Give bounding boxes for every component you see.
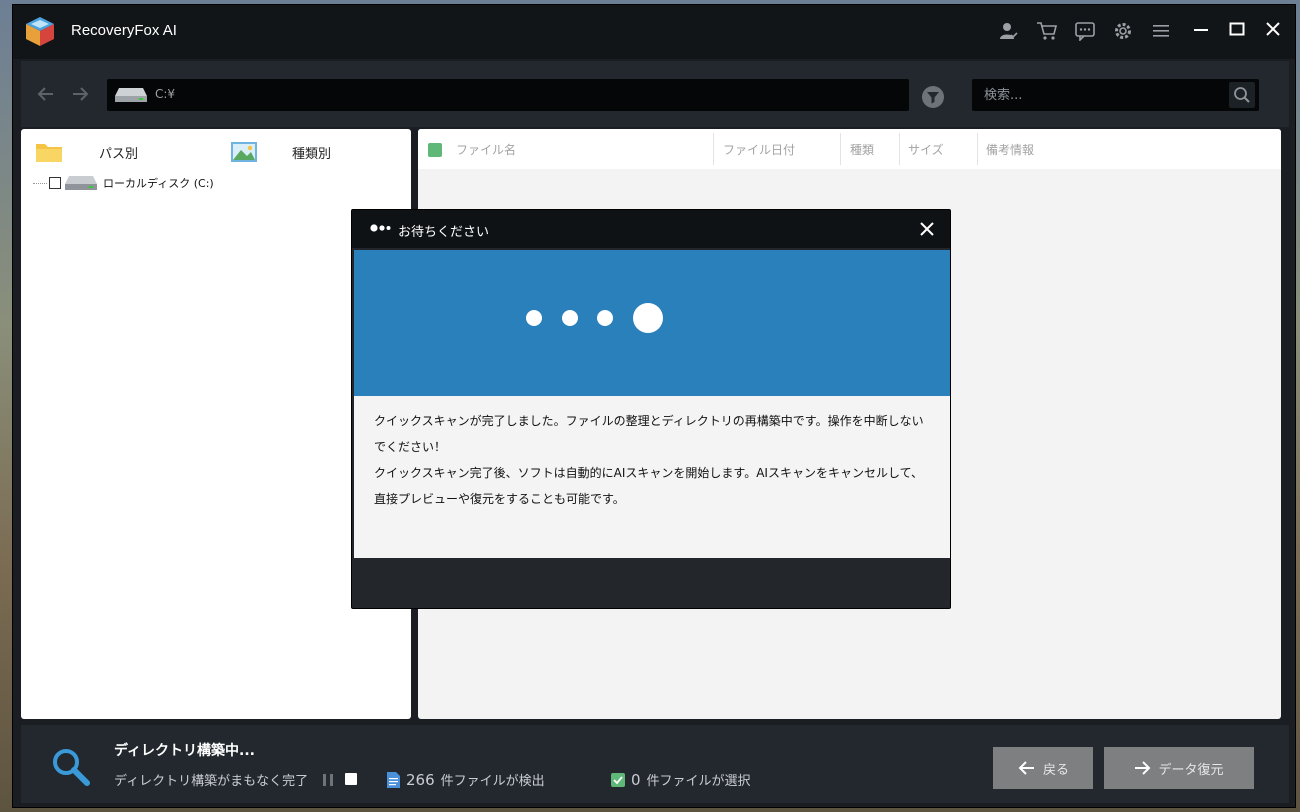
app-window: RecoveryFox AI C:¥ 検索... パス別 種類別 ローカルディス… bbox=[12, 4, 1296, 808]
column-file-name[interactable]: ファイル名 bbox=[456, 129, 516, 169]
tab-label: 種類別 bbox=[292, 146, 332, 162]
column-notes[interactable]: 備考情報 bbox=[986, 129, 1034, 169]
pause-icon[interactable] bbox=[321, 773, 335, 787]
column-divider bbox=[713, 133, 714, 165]
selected-files-counter: 0 件ファイルが選択 bbox=[611, 770, 751, 789]
search-input[interactable] bbox=[972, 79, 1222, 111]
column-divider bbox=[899, 133, 900, 165]
found-count: 266 bbox=[406, 770, 435, 789]
menu-icon[interactable] bbox=[1149, 19, 1173, 43]
checkmark-icon bbox=[611, 772, 625, 787]
column-divider bbox=[977, 133, 978, 165]
loading-dots-icon bbox=[370, 223, 396, 233]
selected-label: 件ファイルが選択 bbox=[646, 774, 751, 789]
tab-label: パス別 bbox=[99, 146, 139, 162]
back-button-label: 戻る bbox=[1042, 762, 1069, 778]
forward-arrow-icon[interactable] bbox=[69, 83, 91, 105]
dialog-title: お待ちください bbox=[398, 225, 490, 240]
feedback-icon[interactable] bbox=[1073, 19, 1097, 43]
selected-count: 0 bbox=[631, 770, 641, 789]
arrow-right-icon bbox=[1135, 761, 1151, 775]
title-bar: RecoveryFox AI bbox=[13, 5, 1295, 59]
table-header: ファイル名 ファイル日付 種類 サイズ 備考情報 bbox=[418, 129, 1281, 169]
column-type[interactable]: 種類 bbox=[850, 129, 874, 169]
image-icon bbox=[231, 142, 257, 162]
found-label: 件ファイルが検出 bbox=[440, 774, 545, 789]
back-button[interactable]: 戻る bbox=[993, 747, 1093, 789]
path-text: C:¥ bbox=[155, 87, 176, 101]
app-logo-icon bbox=[26, 17, 54, 46]
loading-dot bbox=[633, 303, 663, 333]
tree-item-local-disk[interactable]: ローカルディスク (C:) bbox=[33, 175, 214, 191]
drive-icon bbox=[65, 176, 97, 190]
search-icon[interactable] bbox=[1229, 82, 1255, 108]
loading-dot bbox=[597, 310, 613, 326]
account-icon[interactable] bbox=[997, 19, 1021, 43]
column-file-date[interactable]: ファイル日付 bbox=[723, 129, 795, 169]
settings-gear-icon[interactable] bbox=[1111, 19, 1135, 43]
app-title: RecoveryFox AI bbox=[71, 22, 177, 39]
maximize-button[interactable] bbox=[1225, 17, 1249, 41]
search-box bbox=[972, 79, 1259, 111]
status-title: ディレクトリ構築中... bbox=[114, 743, 255, 759]
filter-icon[interactable] bbox=[921, 85, 945, 109]
recover-button-label: データ復元 bbox=[1158, 762, 1224, 778]
loading-dot bbox=[562, 310, 578, 326]
close-button[interactable] bbox=[1261, 17, 1285, 41]
drive-icon bbox=[115, 88, 147, 102]
dialog-message: クイックスキャンが完了しました。ファイルの整理とディレクトリの再構築中です。操作… bbox=[374, 414, 924, 454]
folder-icon bbox=[36, 144, 62, 162]
tree-connector bbox=[33, 182, 47, 184]
magnifier-icon bbox=[53, 749, 90, 786]
status-subtitle: ディレクトリ構築がまもなく完了 bbox=[114, 774, 309, 789]
dialog-message: クイックスキャン完了後、ソフトは自動的にAIスキャンを開始します。AIスキャンを… bbox=[374, 466, 923, 506]
toolbar: C:¥ bbox=[21, 61, 1289, 127]
tab-by-type[interactable]: 種類別 bbox=[230, 137, 331, 167]
path-bar[interactable]: C:¥ bbox=[107, 79, 909, 111]
stop-button[interactable] bbox=[345, 773, 357, 785]
back-arrow-icon[interactable] bbox=[35, 83, 57, 105]
column-size[interactable]: サイズ bbox=[908, 129, 944, 169]
status-bar: ディレクトリ構築中... ディレクトリ構築がまもなく完了 266 件ファイルが検… bbox=[21, 725, 1289, 803]
dialog-header: お待ちください bbox=[352, 210, 950, 248]
please-wait-dialog: お待ちください クイックスキャンが完了しました。ファイルの整理とディレクトリの再… bbox=[351, 209, 951, 609]
cart-icon[interactable] bbox=[1035, 19, 1059, 43]
minimize-button[interactable] bbox=[1189, 17, 1213, 41]
tab-by-path[interactable]: パス別 bbox=[35, 137, 138, 167]
loading-dot bbox=[526, 310, 542, 326]
dialog-close-icon[interactable] bbox=[916, 218, 938, 240]
loading-banner bbox=[354, 250, 950, 396]
recover-button[interactable]: データ復元 bbox=[1104, 747, 1254, 789]
tree-checkbox[interactable] bbox=[49, 177, 61, 189]
select-all-checkbox[interactable] bbox=[428, 143, 442, 157]
column-divider bbox=[840, 133, 841, 165]
found-files-counter: 266 件ファイルが検出 bbox=[387, 770, 545, 789]
dialog-body: クイックスキャンが完了しました。ファイルの整理とディレクトリの再構築中です。操作… bbox=[354, 396, 950, 558]
document-icon bbox=[387, 771, 400, 788]
arrow-left-icon bbox=[1018, 761, 1034, 775]
tree-label: ローカルディスク (C:) bbox=[103, 177, 214, 190]
